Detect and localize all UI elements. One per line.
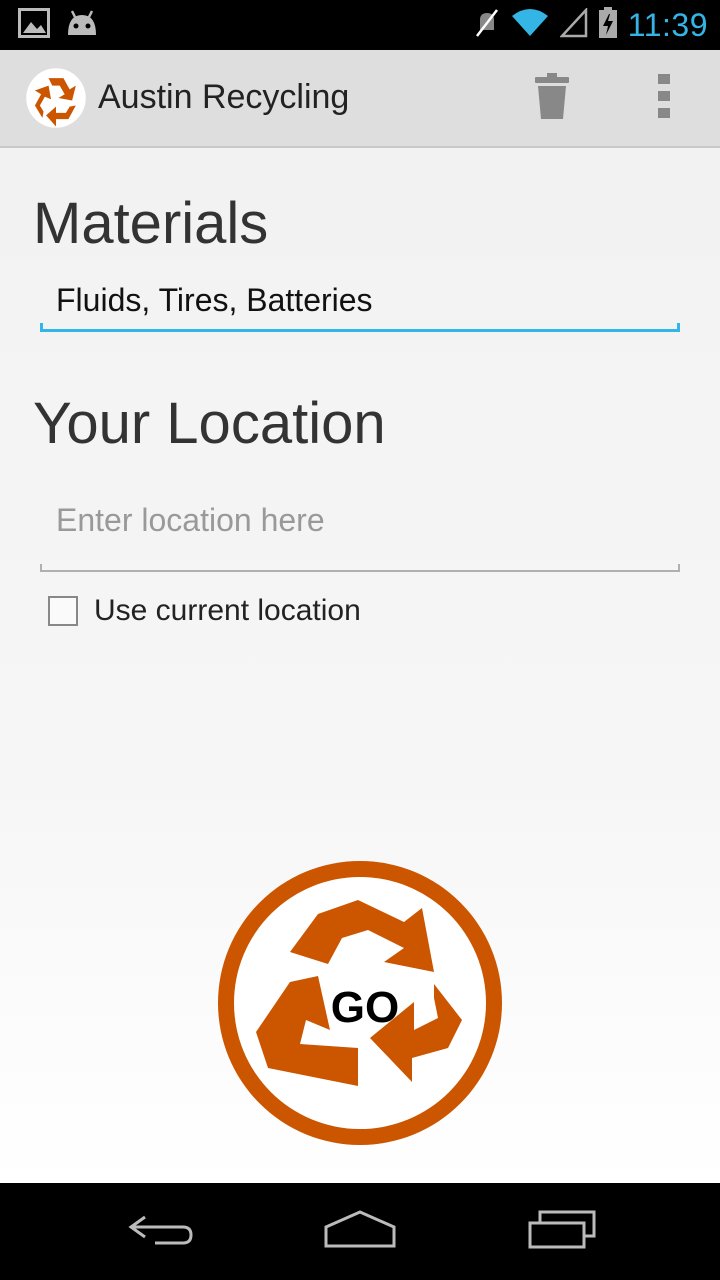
location-field[interactable]: Enter location here <box>40 494 680 572</box>
back-icon <box>125 1211 195 1251</box>
materials-input-value: Fluids, Tires, Batteries <box>56 282 373 318</box>
action-bar: Austin Recycling <box>0 50 720 148</box>
recycle-app-icon[interactable] <box>25 67 87 129</box>
trash-icon <box>535 73 569 123</box>
trash-button[interactable] <box>520 70 584 126</box>
overflow-menu-button[interactable] <box>640 70 688 126</box>
clock: 11:39 <box>627 6 708 43</box>
android-icon <box>64 9 100 41</box>
location-heading: Your Location <box>33 391 386 456</box>
materials-heading: Materials <box>33 191 269 256</box>
status-bar: 11:39 <box>0 0 720 50</box>
mute-icon <box>474 8 500 42</box>
gallery-icon <box>18 8 50 42</box>
home-button[interactable] <box>320 1203 400 1259</box>
overflow-menu-icon <box>658 74 670 122</box>
signal-icon <box>558 6 588 42</box>
location-placeholder: Enter location here <box>56 502 325 538</box>
recents-button[interactable] <box>522 1203 602 1259</box>
navigation-bar <box>0 1183 720 1280</box>
go-button[interactable]: GO <box>208 852 512 1154</box>
wifi-icon <box>510 8 550 42</box>
battery-charging-icon <box>598 7 618 43</box>
location-field-underline <box>40 564 680 572</box>
go-button-label: GO <box>331 983 399 1032</box>
materials-field[interactable]: Fluids, Tires, Batteries <box>40 272 680 332</box>
home-icon <box>322 1209 398 1253</box>
back-button[interactable] <box>120 1203 200 1259</box>
use-current-location-checkbox[interactable] <box>48 596 78 626</box>
use-current-location-label: Use current location <box>94 594 361 627</box>
use-current-location-row[interactable]: Use current location <box>48 594 361 628</box>
materials-field-underline <box>40 323 680 332</box>
app-title: Austin Recycling <box>98 78 350 116</box>
main-content: Materials Fluids, Tires, Batteries Your … <box>0 148 720 1183</box>
recents-icon <box>526 1209 598 1253</box>
